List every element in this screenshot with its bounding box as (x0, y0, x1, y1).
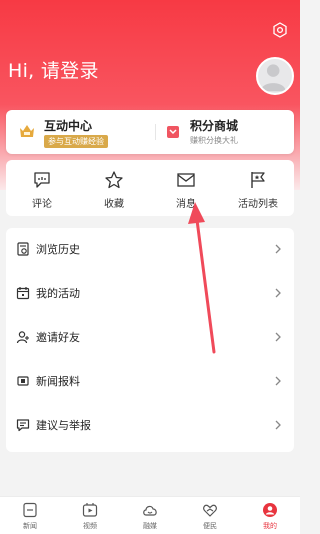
mail-icon (177, 173, 195, 187)
menu-item-label: 邀请好友 (36, 331, 80, 344)
quick-favorites[interactable]: 收藏 (78, 160, 150, 216)
quick-favorites-label: 收藏 (104, 199, 124, 210)
tab-label: 视频 (83, 522, 97, 530)
feedback-icon (16, 419, 30, 432)
heart-hands-icon (203, 504, 217, 517)
quick-event-list-label: 活动列表 (238, 199, 278, 210)
comment-icon (34, 172, 50, 188)
quick-event-list[interactable]: 活动列表 (222, 160, 294, 216)
news-icon (23, 502, 37, 518)
quick-messages[interactable]: 消息 (150, 160, 222, 216)
interaction-center-subtitle: 参与互动赚经验 (44, 135, 108, 148)
profile-icon (263, 503, 277, 517)
tab-label: 新闻 (23, 522, 37, 530)
avatar[interactable] (256, 57, 294, 95)
interaction-center-title: 互动中心 (44, 119, 93, 133)
points-mall-title: 积分商城 (190, 119, 239, 133)
flag-icon (251, 172, 265, 188)
shopping-bag-icon (167, 126, 179, 138)
quick-comment[interactable]: 评论 (6, 160, 78, 216)
star-icon (105, 171, 123, 189)
tab-label: 便民 (203, 522, 217, 530)
card-divider (155, 124, 156, 140)
tab-label: 我的 (263, 522, 277, 530)
tab-media[interactable]: 融媒 (120, 497, 180, 534)
chevron-right-icon (275, 376, 281, 386)
feature-cards: 互动中心 参与互动赚经验 积分商城 赚积分换大礼 (6, 110, 294, 154)
menu-item-history[interactable]: 浏览历史 (6, 228, 294, 272)
menu-item-label: 建议与举报 (36, 419, 91, 432)
video-icon (82, 503, 98, 517)
chevron-right-icon (275, 244, 281, 254)
tab-services[interactable]: 便民 (180, 497, 240, 534)
settings-menu: 浏览历史 我的活动 邀请好友 新闻报料 建议与举报 (6, 228, 294, 452)
login-prompt[interactable]: Hi, 请登录 (8, 56, 99, 83)
menu-item-my-activities[interactable]: 我的活动 (6, 272, 294, 316)
tab-label: 融媒 (143, 522, 157, 530)
quick-comment-label: 评论 (32, 199, 52, 210)
menu-item-label: 浏览历史 (36, 243, 80, 256)
menu-item-news-tip[interactable]: 新闻报料 (6, 360, 294, 404)
points-mall-subtitle: 赚积分换大礼 (190, 136, 238, 145)
bottom-tab-bar: 新闻 视频 融媒 便民 我的 (0, 496, 300, 534)
chevron-right-icon (275, 332, 281, 342)
menu-item-invite-friends[interactable]: 邀请好友 (6, 316, 294, 360)
person-add-icon (16, 331, 29, 344)
news-tip-icon (17, 376, 29, 386)
quick-messages-label: 消息 (176, 199, 196, 210)
menu-item-label: 新闻报料 (36, 375, 80, 388)
menu-item-label: 我的活动 (36, 287, 80, 300)
tab-video[interactable]: 视频 (60, 497, 120, 534)
crown-bag-icon (20, 125, 34, 137)
settings-icon[interactable] (272, 22, 288, 38)
interaction-center-card[interactable]: 互动中心 参与互动赚经验 (18, 110, 148, 154)
default-avatar-icon (260, 64, 286, 92)
tab-me[interactable]: 我的 (240, 497, 300, 534)
chevron-right-icon (275, 288, 281, 298)
media-icon (143, 505, 157, 516)
points-mall-card[interactable]: 积分商城 赚积分换大礼 (164, 110, 284, 154)
menu-item-feedback[interactable]: 建议与举报 (6, 404, 294, 448)
history-icon (17, 242, 29, 256)
chevron-right-icon (275, 420, 281, 430)
tab-news[interactable]: 新闻 (0, 497, 60, 534)
calendar-icon (16, 287, 30, 300)
quick-actions: 评论 收藏 消息 活动列表 (6, 160, 294, 216)
